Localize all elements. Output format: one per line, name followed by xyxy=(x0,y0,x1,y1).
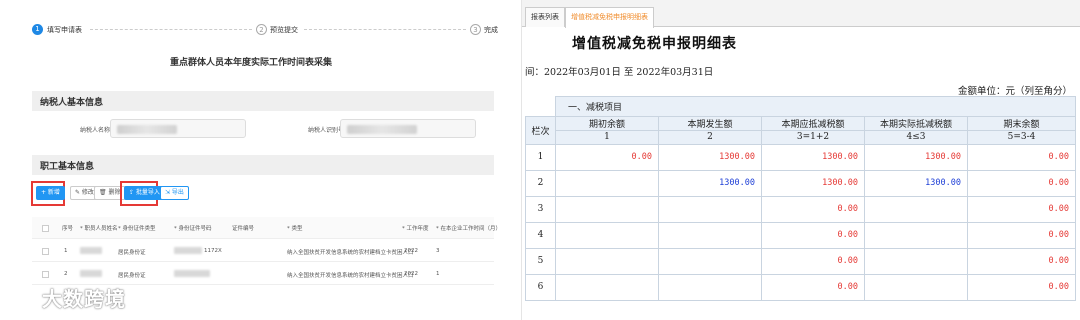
section-label: 一、减税项目 xyxy=(555,95,1076,117)
redacted-value xyxy=(347,125,417,134)
tab-vat-detail[interactable]: 增值税减免税申报明细表 xyxy=(565,7,654,28)
batch-import-button[interactable]: ⇪ 批量导入 xyxy=(124,186,165,200)
vat-detail-table: 一、减税项目 栏次 期初余额 本期发生额 本期应抵减税额 本期实际抵减税额 期末… xyxy=(525,78,1076,301)
col-id-number: * 身份证件号码 xyxy=(174,226,212,232)
cell-value[interactable] xyxy=(555,169,659,197)
watermark: 大数跨境 xyxy=(8,282,126,312)
row-checkbox[interactable] xyxy=(42,248,49,255)
employee-info-header: 职工基本信息 xyxy=(32,155,494,175)
table-row: 1 0.00 1300.00 1300.00 1300.00 0.00 xyxy=(525,143,1076,171)
tab-bar: 报表列表 增值税减免税申报明细表 xyxy=(522,0,1080,28)
col-months: * 在本企业工作时间（月） xyxy=(436,226,501,232)
amount-unit: 金额单位：元（列至角分） xyxy=(957,86,1072,97)
select-all-checkbox[interactable] xyxy=(42,225,49,232)
step-1-circle: 1 xyxy=(32,24,43,35)
step-2-label: 预览提交 xyxy=(270,26,298,34)
col-year: * 工作年度 xyxy=(402,226,429,232)
redacted-value xyxy=(117,125,177,134)
cell-value[interactable]: 1300.00 xyxy=(658,143,762,171)
step-connector xyxy=(90,29,252,30)
col-type: * 类型 xyxy=(287,226,303,232)
step-2-circle: 2 xyxy=(256,24,267,35)
tab-report-list[interactable]: 报表列表 xyxy=(525,7,565,27)
tax-form-panel: 1 填写申请表 2 预览提交 3 完成 重点群体人员本年度实际工作时间表采集 纳… xyxy=(0,0,502,320)
cell-value[interactable]: 1300.00 xyxy=(761,169,865,197)
table-row: 3 0.00 0.00 xyxy=(525,195,1076,223)
table-row: 2 1300.00 1300.00 1300.00 0.00 xyxy=(525,169,1076,197)
step-1-label: 填写申请表 xyxy=(47,26,82,34)
col-row-label: 栏次 xyxy=(525,115,556,145)
watermark-logo-icon xyxy=(8,288,37,306)
step-progress-bar: 1 填写申请表 2 预览提交 3 完成 xyxy=(32,24,502,44)
step-connector xyxy=(304,29,466,30)
redacted-id xyxy=(174,247,202,254)
col-name: * 职员人员姓名 xyxy=(80,226,118,232)
cell-value[interactable]: 0.00 xyxy=(555,143,659,171)
step-3-label: 完成 xyxy=(484,26,498,34)
step-3-circle: 3 xyxy=(470,24,481,35)
cell-value[interactable]: 1300.00 xyxy=(864,143,968,171)
redacted-name xyxy=(80,270,102,277)
col-cert-no: 证件编号 xyxy=(232,226,255,232)
cell-value[interactable]: 1300.00 xyxy=(761,143,865,171)
export-button[interactable]: ⇲ 导出 xyxy=(160,186,189,200)
watermark-text: 大数跨境 xyxy=(42,286,126,311)
col-id-type: * 身份证件类型 xyxy=(118,226,156,232)
vat-detail-panel: 报表列表 增值税减免税申报明细表 增值税减免税申报明细表 间：2022年03月0… xyxy=(521,0,1080,320)
cell-value[interactable]: 1300.00 xyxy=(864,169,968,197)
page-title: 增值税减免税申报明细表 xyxy=(572,36,737,52)
employee-table-header: 序号 * 职员人员姓名 * 身份证件类型 * 身份证件号码 证件编号 * 类型 … xyxy=(32,217,501,239)
redacted-id xyxy=(174,270,210,277)
taxpayer-name-field[interactable] xyxy=(110,119,246,138)
table-row[interactable]: 1 居民身份证 1172X 纳入全国扶贫开发信息系统的农村建档立卡贫困人口 20… xyxy=(32,240,494,262)
redacted-name xyxy=(80,247,102,254)
form-title: 重点群体人员本年度实际工作时间表采集 xyxy=(169,58,332,68)
table-row: 6 0.00 0.00 xyxy=(525,273,1076,301)
row-checkbox[interactable] xyxy=(42,271,49,278)
cell-value[interactable]: 0.00 xyxy=(967,143,1076,171)
cell-value[interactable]: 0.00 xyxy=(967,169,1076,197)
col-seq: 序号 xyxy=(62,226,74,232)
taxpayer-info-header: 纳税人基本信息 xyxy=(32,91,494,111)
add-button[interactable]: + 新增 xyxy=(36,186,65,200)
table-row: 4 0.00 0.00 xyxy=(525,221,1076,249)
tax-period: 间：2022年03月01日 至 2022年03月31日 xyxy=(525,67,714,78)
cell-value[interactable]: 1300.00 xyxy=(658,169,762,197)
table-row: 5 0.00 0.00 xyxy=(525,247,1076,275)
taxpayer-id-field[interactable] xyxy=(340,119,476,138)
